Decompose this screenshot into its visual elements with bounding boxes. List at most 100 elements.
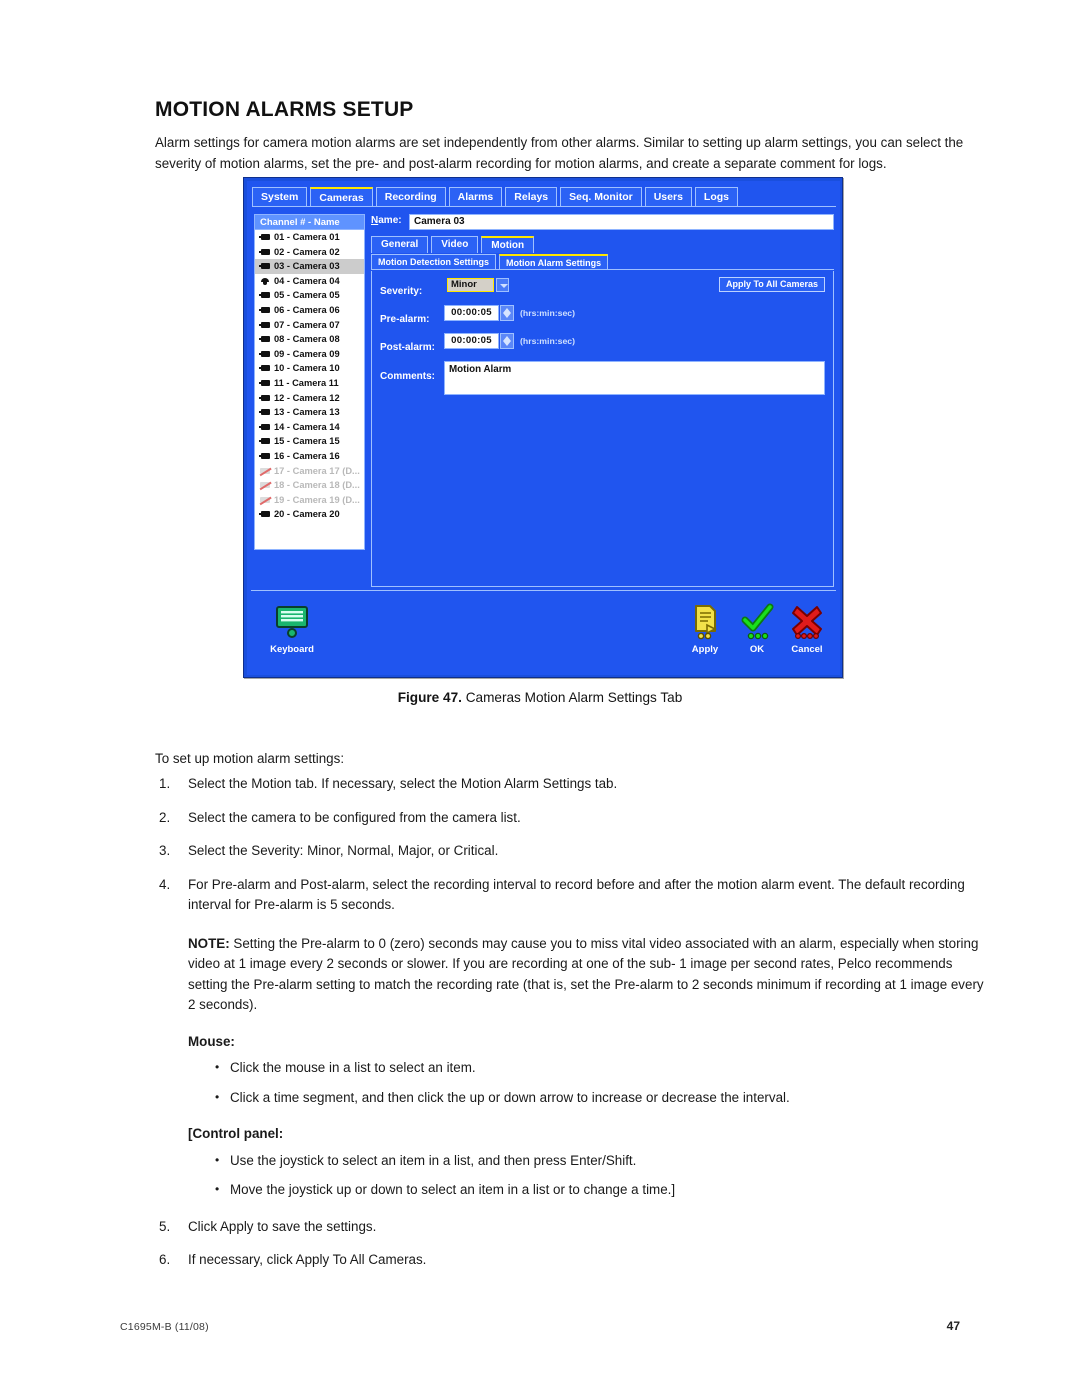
prealarm-stepper[interactable] <box>500 305 514 321</box>
footer-document-number: C1695M-B (11/08) <box>120 1321 209 1333</box>
list-item[interactable]: 02 - Camera 02 <box>255 245 364 260</box>
severity-select[interactable]: Minor <box>447 278 494 292</box>
list-item[interactable]: 16 - Camera 16 <box>255 449 364 464</box>
list-item-label: Move the joystick up or down to select a… <box>230 1182 676 1197</box>
keyboard-label: Keyboard <box>270 644 314 655</box>
fixed-camera-icon <box>259 263 271 270</box>
list-item-label: 09 - Camera 09 <box>274 348 340 359</box>
step-6: 6. If necessary, click Apply To All Came… <box>155 1250 987 1271</box>
list-item-disabled[interactable]: 18 - Camera 18 (D... <box>255 478 364 493</box>
tab-motion-alarm-settings[interactable]: Motion Alarm Settings <box>499 254 609 270</box>
stepper-down-icon[interactable] <box>503 313 511 318</box>
chevron-down-icon[interactable] <box>496 278 509 292</box>
note-label: NOTE: <box>188 935 230 951</box>
procedure-steps: 1. Select the Motion tab. If necessary, … <box>155 774 987 1284</box>
list-item-label: Click a time segment, and then click the… <box>230 1089 790 1105</box>
tab-cameras[interactable]: Cameras <box>310 187 373 206</box>
step-text: Select the Motion tab. If necessary, sel… <box>188 776 618 791</box>
prealarm-label: Pre-alarm: <box>380 314 430 325</box>
prealarm-input[interactable]: 00:00:05 <box>444 305 499 321</box>
list-item-label: 14 - Camera 14 <box>274 421 340 432</box>
dialog-bottom-bar: Keyboard Apply OK Cancel <box>251 590 836 672</box>
list-item-label: Use the joystick to select an item in a … <box>230 1152 637 1168</box>
tab-seq-monitor[interactable]: Seq. Monitor <box>560 187 642 206</box>
list-item[interactable]: 06 - Camera 06 <box>255 303 364 318</box>
fixed-camera-icon <box>259 350 271 358</box>
fixed-camera-icon <box>259 292 271 299</box>
list-item-label: 08 - Camera 08 <box>274 334 340 345</box>
camera-list-header: Channel # - Name <box>255 215 364 230</box>
page-title: MOTION ALARMS SETUP <box>155 98 414 122</box>
severity-label: Severity: <box>380 286 423 297</box>
prealarm-row: Pre-alarm: 00:00:05 (hrs:min:sec) <box>380 305 575 327</box>
list-item-label: 06 - Camera 06 <box>274 304 340 315</box>
cancel-button[interactable]: Cancel <box>776 601 838 655</box>
tab-relays[interactable]: Relays <box>505 187 558 206</box>
list-item[interactable]: 11 - Camera 11 <box>255 376 364 391</box>
tab-system[interactable]: System <box>252 187 308 206</box>
list-item-label: 17 - Camera 17 (D... <box>274 465 360 476</box>
disabled-camera-icon <box>259 496 271 504</box>
list-item-label: 11 - Camera 11 <box>274 377 339 388</box>
list-item-label: 01 - Camera 01 <box>274 232 340 242</box>
list-item[interactable]: 04 - Camera 04 <box>255 274 364 289</box>
list-item-selected[interactable]: 03 - Camera 03 <box>255 259 364 274</box>
note-text: Setting the Pre-alarm to 0 (zero) second… <box>188 935 984 1013</box>
motion-alarm-form: Severity: Minor Apply To All Cameras Pre… <box>371 271 834 587</box>
tab-alarms[interactable]: Alarms <box>448 187 503 206</box>
apply-to-all-cameras-button[interactable]: Apply To All Cameras <box>718 277 825 292</box>
list-item: • Use the joystick to select an item in a… <box>188 1151 987 1172</box>
list-item-label: Click the mouse in a list to select an i… <box>230 1060 476 1075</box>
step-4: 4. For Pre-alarm and Post-alarm, select … <box>155 875 987 1201</box>
bullet-icon: • <box>215 1089 220 1104</box>
keyboard-button[interactable]: Keyboard <box>261 601 323 655</box>
fixed-camera-icon <box>259 409 271 416</box>
list-item-label: 19 - Camera 19 (D... <box>274 494 360 505</box>
mouse-heading: Mouse: <box>188 1033 235 1049</box>
list-item[interactable]: 14 - Camera 14 <box>255 420 364 435</box>
postalarm-label: Post-alarm: <box>380 342 436 353</box>
list-item-disabled[interactable]: 19 - Camera 19 (D... <box>255 493 364 508</box>
list-item[interactable]: 20 - Camera 20 <box>255 507 364 522</box>
camera-name-input[interactable]: Camera 03 <box>409 214 834 230</box>
list-item[interactable]: 12 - Camera 12 <box>255 391 364 406</box>
list-item-disabled[interactable]: 17 - Camera 17 (D... <box>255 464 364 479</box>
severity-row: Severity: Minor <box>380 278 509 299</box>
control-panel-heading: [Control panel: <box>188 1124 987 1145</box>
camera-list[interactable]: Channel # - Name 01 - Camera 01 02 - Cam… <box>254 214 365 550</box>
tab-logs[interactable]: Logs <box>694 187 739 206</box>
intro-paragraph: Alarm settings for camera motion alarms … <box>155 135 964 172</box>
fixed-camera-icon <box>259 321 271 329</box>
list-item-label: 03 - Camera 03 <box>274 261 340 272</box>
document-page: MOTION ALARMS SETUP Alarm settings for c… <box>0 0 1080 1397</box>
tab-general[interactable]: General <box>371 236 429 253</box>
tab-users[interactable]: Users <box>644 187 692 206</box>
comments-textarea[interactable]: Motion Alarm <box>444 361 825 395</box>
camera-sub-tab-bar: General Video Motion <box>371 236 834 253</box>
fixed-camera-icon <box>259 394 271 402</box>
postalarm-input[interactable]: 00:00:05 <box>444 333 499 349</box>
step-1: 1. Select the Motion tab. If necessary, … <box>155 774 987 795</box>
stepper-down-icon[interactable] <box>503 341 511 346</box>
comments-row: Comments: Motion Alarm <box>380 361 833 395</box>
list-item[interactable]: 09 - Camera 09 <box>255 347 364 362</box>
list-item[interactable]: 10 - Camera 10 <box>255 361 364 376</box>
tab-recording[interactable]: Recording <box>375 187 446 206</box>
settings-pane: NName:ame: Camera 03 General Video Motio… <box>371 214 834 587</box>
postalarm-stepper[interactable] <box>500 333 514 349</box>
tab-motion[interactable]: Motion <box>481 236 535 253</box>
list-item[interactable]: 13 - Camera 13 <box>255 405 364 420</box>
control-panel-heading-text: Control panel: <box>192 1126 284 1141</box>
list-item[interactable]: 08 - Camera 08 <box>255 332 364 347</box>
list-item[interactable]: 07 - Camera 07 <box>255 318 364 333</box>
list-item-label: 04 - Camera 04 <box>274 275 340 286</box>
step-number: 4. <box>159 876 171 892</box>
list-item[interactable]: 05 - Camera 05 <box>255 288 364 303</box>
tab-motion-detection-settings[interactable]: Motion Detection Settings <box>371 254 496 270</box>
list-item[interactable]: 15 - Camera 15 <box>255 434 364 449</box>
fixed-camera-icon <box>259 365 271 372</box>
list-item[interactable]: 01 - Camera 01 <box>255 230 364 245</box>
procedure-lead-in: To set up motion alarm settings: <box>155 751 345 766</box>
tab-video[interactable]: Video <box>431 236 479 253</box>
fixed-camera-icon <box>259 423 271 431</box>
